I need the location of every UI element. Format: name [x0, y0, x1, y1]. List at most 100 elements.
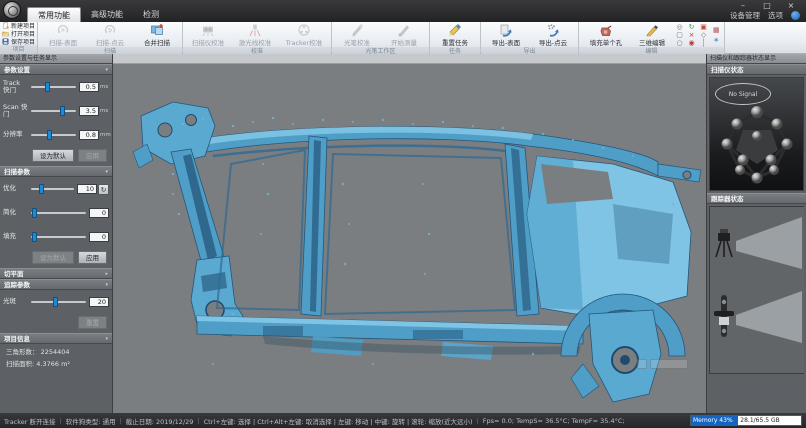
tracker-connection-status: Tracker 断开连接 — [4, 416, 56, 426]
polygon-select-icon[interactable]: ◇ — [698, 31, 709, 39]
ribbon-tabs: 常用功能 高级功能 检测 — [27, 7, 169, 22]
slider-thumb[interactable] — [32, 208, 37, 218]
left-panel-title[interactable]: 参数设置与任务显示 — [0, 54, 112, 64]
reset-task-button[interactable]: 重置任务 — [432, 23, 478, 47]
export-surface-button[interactable]: 导出-表面 — [483, 23, 529, 47]
dongle-type: 软件狗类型: 通用 — [66, 416, 116, 426]
section-clip-plane[interactable]: 切平面 ▸ — [0, 268, 112, 279]
viewport-canvas[interactable] — [113, 64, 706, 413]
collapse-icon[interactable]: ▾ — [105, 334, 108, 343]
scanner-calibration-button[interactable]: 扫描仪校准 — [185, 23, 231, 47]
simplify-row: 简化 0 — [0, 201, 112, 225]
fps-temp-stats: Fps= 0.0; TempS= 36.5°C; TempF= 35.4°C; — [483, 417, 625, 425]
save-project-button[interactable]: 保存项目 — [2, 38, 35, 45]
section-scanner-status[interactable]: 扫描仪状态 — [707, 64, 806, 75]
laser-calibration-icon — [248, 23, 262, 37]
edit-tool-column: ▦ ∗ — [711, 23, 722, 47]
fill-slider[interactable] — [31, 236, 86, 238]
simplify-value[interactable]: 0 — [89, 208, 109, 218]
pen-calibration-button[interactable]: 光笔校准 — [334, 23, 380, 47]
help-icon[interactable] — [791, 11, 800, 20]
merge-scan-button[interactable]: 合并扫描 — [134, 23, 180, 47]
resolution-slider[interactable] — [31, 134, 76, 136]
scan-area-value: 4.3766 m² — [36, 360, 70, 368]
tab-inspection[interactable]: 检测 — [133, 7, 169, 22]
line-select-icon[interactable]: ┆ — [698, 39, 709, 47]
spot-value[interactable]: 20 — [89, 297, 109, 307]
point-select-icon[interactable]: ◉ — [686, 39, 697, 47]
delete-selection-icon[interactable]: × — [686, 31, 697, 39]
scan-shutter-value[interactable]: 3.5 — [79, 106, 99, 116]
resolution-value[interactable]: 0.8 — [79, 130, 99, 140]
open-project-button[interactable]: 打开项目 — [2, 30, 35, 37]
titlebar: 常用功能 高级功能 检测 – □ × 设备管理 选项 — [0, 0, 806, 22]
ribbon: 新建项目 打开项目 保存项目 项目 扫描-表面 扫描-点云 — [0, 22, 806, 54]
scan-pointcloud-icon — [103, 23, 117, 37]
viewport-mini-toolbar[interactable] — [637, 359, 688, 369]
memory-usage-bar: Memory 43% 28.1/65.5 GB — [690, 415, 802, 426]
slider-thumb[interactable] — [32, 232, 37, 242]
sparkle-icon[interactable]: ∗ — [713, 36, 720, 44]
laser-calibration-button[interactable]: 激光线校准 — [232, 23, 278, 47]
refresh-selection-icon[interactable]: ↻ — [686, 23, 697, 31]
set-default-button[interactable]: 设为默认 — [32, 149, 74, 162]
ribbon-group-export: 导出-表面 导出-点云 导出 — [481, 22, 579, 53]
export-pointcloud-icon — [546, 23, 560, 37]
simplify-slider[interactable] — [31, 212, 86, 214]
view-select-icon[interactable]: ◎ — [674, 23, 685, 31]
optimize-row: 优化 10 ↻ — [0, 177, 112, 201]
scan-pointcloud-button[interactable]: 扫描-点云 — [87, 23, 133, 47]
export-pointcloud-button[interactable]: 导出-点云 — [530, 23, 576, 47]
auto-optimize-button[interactable]: ↻ — [98, 184, 109, 195]
export-surface-icon — [499, 23, 513, 37]
options-menu[interactable]: 选项 — [768, 10, 783, 21]
slider-thumb[interactable] — [47, 130, 52, 140]
mini-toolbar-button[interactable] — [637, 359, 647, 369]
start-measure-button[interactable]: 开始测量 — [381, 23, 427, 47]
scan-shutter-slider[interactable] — [31, 110, 76, 112]
collapse-icon[interactable]: ▸ — [105, 269, 108, 278]
slider-thumb[interactable] — [45, 82, 50, 92]
rect-select-icon[interactable]: ▢ — [674, 31, 685, 39]
fill-value[interactable]: 0 — [89, 232, 109, 242]
flag-selection-icon[interactable]: ▣ — [698, 23, 709, 31]
collapse-icon[interactable]: ▾ — [105, 167, 108, 176]
optimize-value[interactable]: 10 — [77, 184, 97, 194]
section-project-info[interactable]: 项目信息 ▾ — [0, 333, 112, 344]
tab-advanced-functions[interactable]: 高级功能 — [81, 7, 133, 22]
section-tracker-status[interactable]: 跟踪器状态 — [707, 193, 806, 204]
right-panel-title[interactable]: 扫描仪和跟踪器状态显示 — [707, 54, 806, 64]
optimize-slider[interactable] — [31, 188, 74, 190]
apply-button[interactable]: 应用 — [78, 251, 107, 264]
edit-3d-button[interactable]: 三维编辑 — [632, 23, 672, 47]
track-shutter-value[interactable]: 0.5 — [79, 82, 99, 92]
section-track-params[interactable]: 追踪参数 ▾ — [0, 279, 112, 290]
collapse-icon[interactable]: ▾ — [105, 65, 108, 74]
device-manager-menu[interactable]: 设备管理 — [730, 10, 760, 21]
track-shutter-slider[interactable] — [31, 86, 76, 88]
open-project-icon — [2, 30, 9, 37]
scan-surface-button[interactable]: 扫描-表面 — [40, 23, 86, 47]
new-project-button[interactable]: 新建项目 — [2, 22, 35, 29]
apply-button[interactable]: 应用 — [78, 149, 107, 162]
slider-thumb[interactable] — [53, 297, 58, 307]
circle-select-icon[interactable]: ○ — [674, 39, 685, 47]
app-logo-icon[interactable] — [3, 1, 21, 19]
collapse-icon[interactable]: ▾ — [105, 280, 108, 289]
trash-icon[interactable]: ▦ — [713, 26, 720, 34]
set-default-button[interactable]: 设为默认 — [32, 251, 74, 264]
fill-hole-button[interactable]: 填充单个孔 — [581, 23, 631, 47]
section-scan-params[interactable]: 扫描参数 ▾ — [0, 166, 112, 177]
spot-slider[interactable] — [31, 301, 86, 303]
slider-thumb[interactable] — [60, 106, 65, 116]
reset-button[interactable]: 重置 — [78, 316, 107, 329]
license-deadline: 截止日期: 2019/12/29 — [126, 416, 194, 426]
slider-thumb[interactable] — [39, 184, 44, 194]
tab-common-functions[interactable]: 常用功能 — [27, 7, 81, 22]
tracker-calibration-button[interactable]: Tracker校准 — [279, 23, 329, 47]
left-panel: 参数设置与任务显示 参数设置 ▾ Track 快门 0.5 ms Scan 快门… — [0, 54, 113, 413]
ribbon-group-project: 新建项目 打开项目 保存项目 项目 — [0, 22, 38, 53]
mini-toolbar-field[interactable] — [650, 359, 688, 369]
edit-tool-grid: ◎ ↻ ▣ ▢ × ◇ ○ ◉ ┆ — [673, 23, 710, 47]
section-param-settings[interactable]: 参数设置 ▾ — [0, 64, 112, 75]
